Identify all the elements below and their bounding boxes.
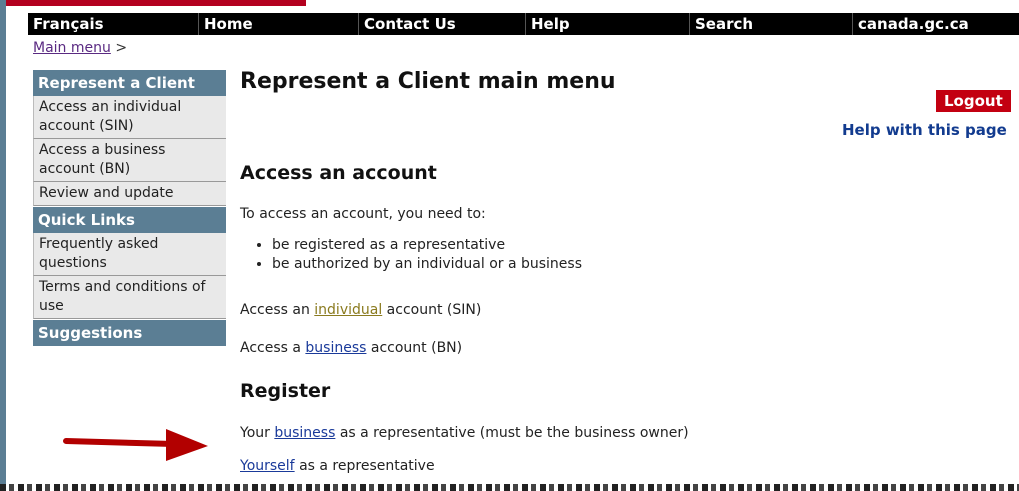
access-account-heading: Access an account — [240, 162, 437, 184]
sidebar-header-suggestions[interactable]: Suggestions — [33, 319, 226, 346]
access-business-line: Access a business account (BN) — [240, 340, 462, 356]
red-arrow-annotation — [63, 429, 208, 461]
register-business-link[interactable]: business — [274, 425, 335, 441]
top-nav-bar: Français Home Contact Us Help Search can… — [28, 13, 1019, 35]
access-individual-pre: Access an — [240, 302, 315, 318]
page-title: Represent a Client main menu — [240, 69, 616, 94]
register-business-pre: Your — [240, 425, 275, 441]
register-heading: Register — [240, 380, 331, 402]
cropped-bottom-text-strip — [0, 484, 1019, 491]
nav-help[interactable]: Help — [525, 13, 689, 35]
list-item: be authorized by an individual or a busi… — [272, 255, 582, 274]
requirements-list: be registered as a representative be aut… — [252, 236, 582, 274]
left-border — [0, 0, 6, 491]
banner-red-accent — [6, 0, 306, 6]
nav-contact-us[interactable]: Contact Us — [358, 13, 525, 35]
sidebar-item-business-account[interactable]: Access a business account (BN) — [33, 139, 226, 182]
breadcrumb: Main menu > — [33, 40, 127, 56]
register-yourself-link[interactable]: Yourself — [240, 458, 295, 474]
main-content: Represent a Client main menu — [240, 69, 1015, 94]
register-yourself-line: Yourself as a representative — [240, 458, 435, 474]
business-account-link[interactable]: business — [305, 340, 366, 356]
nav-canada-gc-ca[interactable]: canada.gc.ca — [852, 13, 1019, 35]
individual-link[interactable]: individual — [314, 302, 382, 318]
register-business-post: as a representative (must be the busines… — [335, 425, 689, 441]
nav-search[interactable]: Search — [689, 13, 852, 35]
register-business-line: Your business as a representative (must … — [240, 425, 689, 441]
sidebar-item-individual-account[interactable]: Access an individual account (SIN) — [33, 96, 226, 139]
access-business-pre: Access a — [240, 340, 306, 356]
sidebar-item-review-update[interactable]: Review and update — [33, 182, 226, 206]
list-item: be registered as a representative — [272, 236, 582, 255]
sidebar: Represent a Client Access an individual … — [33, 69, 226, 346]
access-business-post: account (BN) — [366, 340, 463, 356]
sidebar-header-represent-client: Represent a Client — [33, 69, 226, 96]
register-yourself-post: as a representative — [294, 458, 435, 474]
logout-button[interactable]: Logout — [936, 90, 1011, 112]
access-intro: To access an account, you need to: — [240, 206, 486, 222]
nav-home[interactable]: Home — [198, 13, 358, 35]
access-individual-post: account (SIN) — [382, 302, 482, 318]
nav-francais[interactable]: Français — [28, 13, 198, 35]
breadcrumb-separator: > — [115, 40, 128, 56]
access-individual-line: Access an individual account (SIN) — [240, 302, 481, 318]
help-with-page-link[interactable]: Help with this page — [842, 121, 1007, 139]
top-banner-strip — [6, 0, 1019, 6]
breadcrumb-main-menu-link[interactable]: Main menu — [33, 40, 111, 56]
sidebar-item-terms[interactable]: Terms and conditions of use — [33, 276, 226, 319]
sidebar-header-quick-links: Quick Links — [33, 206, 226, 233]
sidebar-item-faq[interactable]: Frequently asked questions — [33, 233, 226, 276]
